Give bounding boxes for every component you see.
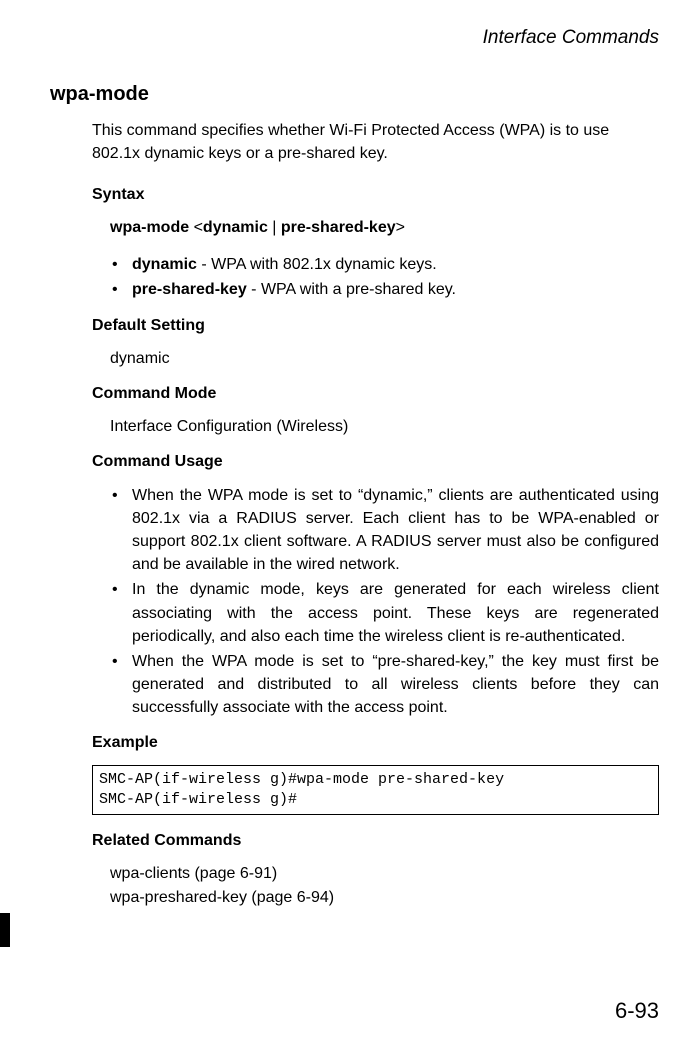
syntax-lt: <: [194, 219, 203, 236]
example-line: SMC-AP(if-wireless g)#: [99, 790, 652, 810]
example-heading: Example: [92, 731, 659, 754]
example-line: SMC-AP(if-wireless g)#wpa-mode pre-share…: [99, 770, 652, 790]
param-desc: - WPA with 802.1x dynamic keys.: [197, 256, 437, 273]
side-marker: [0, 913, 10, 947]
param-desc: - WPA with a pre-shared key.: [247, 281, 456, 298]
param-name: pre-shared-key: [132, 281, 247, 298]
default-setting-heading: Default Setting: [92, 314, 659, 337]
related-command-item: wpa-clients (page 6-91): [110, 862, 659, 886]
related-commands-heading: Related Commands: [92, 829, 659, 852]
syntax-line: wpa-mode <dynamic | pre-shared-key>: [110, 216, 659, 239]
syntax-opt2: pre-shared-key: [281, 219, 396, 236]
command-usage-list: When the WPA mode is set to “dynamic,” c…: [110, 484, 659, 720]
command-title: wpa-mode: [50, 80, 659, 109]
list-item: In the dynamic mode, keys are generated …: [110, 578, 659, 648]
example-box: SMC-AP(if-wireless g)#wpa-mode pre-share…: [92, 765, 659, 816]
syntax-gt: >: [396, 219, 405, 236]
command-usage-heading: Command Usage: [92, 450, 659, 473]
list-item: pre-shared-key - WPA with a pre-shared k…: [112, 278, 659, 301]
syntax-pipe: |: [268, 219, 281, 236]
list-item: When the WPA mode is set to “pre-shared-…: [110, 650, 659, 720]
command-description: This command specifies whether Wi-Fi Pro…: [92, 119, 659, 165]
command-mode-value: Interface Configuration (Wireless): [110, 415, 659, 438]
related-commands-list: wpa-clients (page 6-91) wpa-preshared-ke…: [110, 862, 659, 910]
syntax-cmd: wpa-mode: [110, 219, 189, 236]
related-command-item: wpa-preshared-key (page 6-94): [110, 886, 659, 910]
command-mode-heading: Command Mode: [92, 382, 659, 405]
syntax-params-list: dynamic - WPA with 802.1x dynamic keys. …: [112, 253, 659, 301]
param-name: dynamic: [132, 256, 197, 273]
page-number: 6-93: [615, 995, 659, 1027]
syntax-opt1: dynamic: [203, 219, 268, 236]
list-item: When the WPA mode is set to “dynamic,” c…: [110, 484, 659, 577]
page-header: Interface Commands: [50, 24, 659, 52]
list-item: dynamic - WPA with 802.1x dynamic keys.: [112, 253, 659, 276]
default-setting-value: dynamic: [110, 347, 659, 370]
syntax-heading: Syntax: [92, 183, 659, 206]
